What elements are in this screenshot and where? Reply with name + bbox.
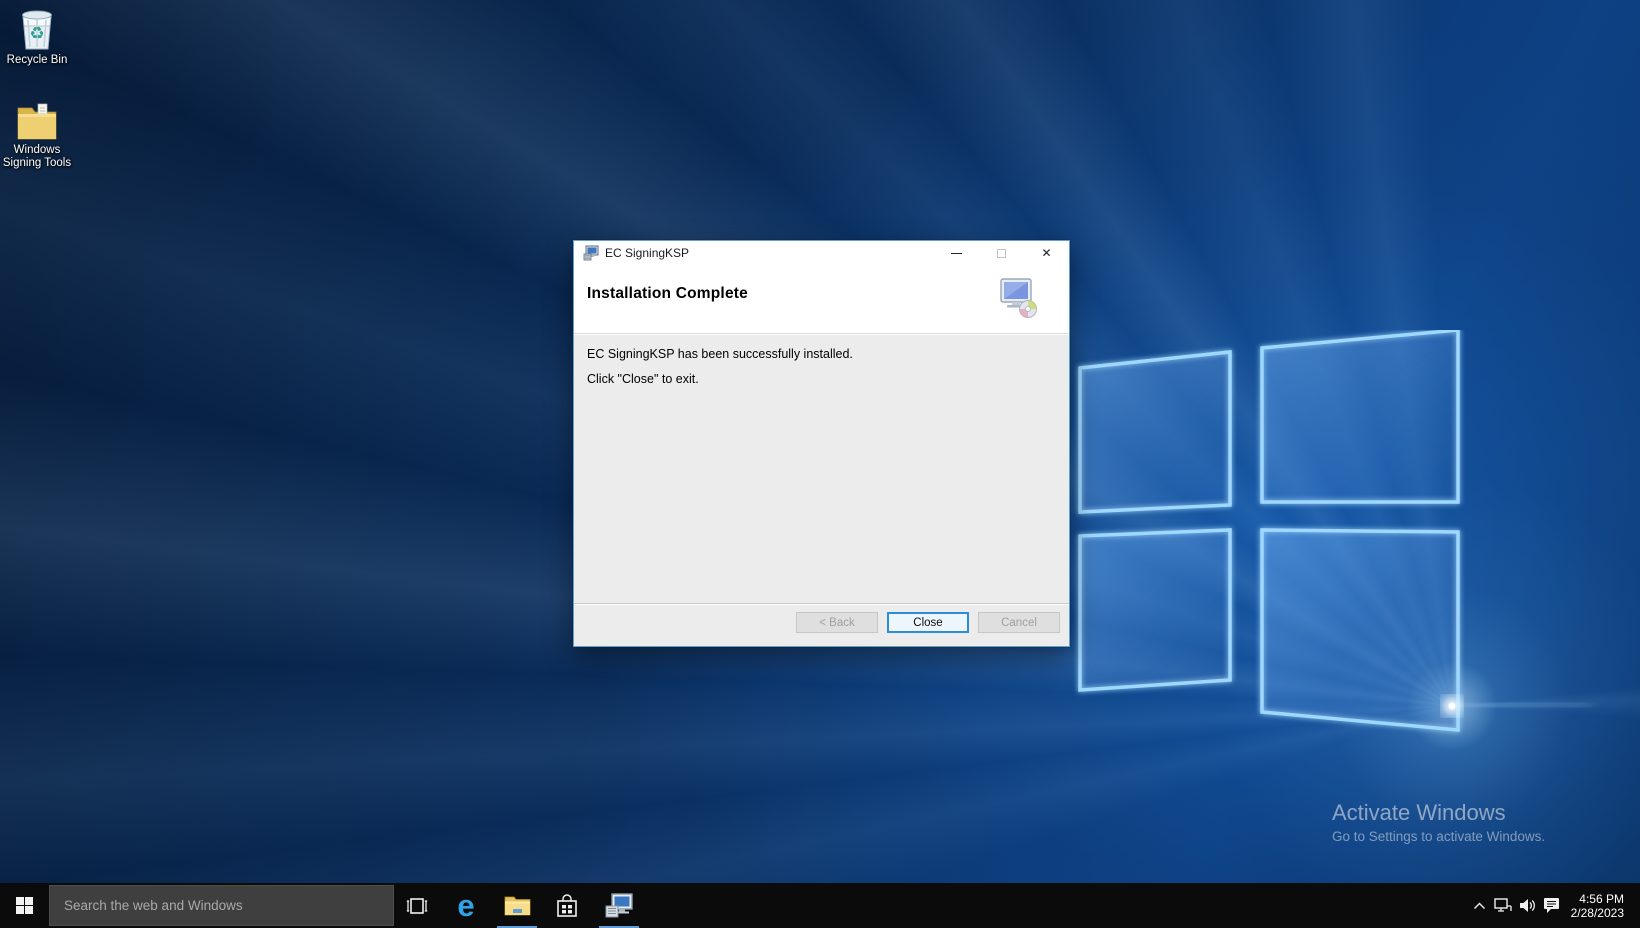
clock-time: 4:56 PM	[1579, 891, 1624, 906]
svg-text:♻: ♻	[29, 24, 44, 44]
volume-button[interactable]	[1515, 883, 1539, 928]
task-view-button[interactable]	[394, 883, 440, 928]
ethernet-network-icon	[1494, 898, 1512, 912]
installer-titlebar[interactable]: EC SigningKSP ✕	[574, 241, 1069, 265]
installer-app-icon	[583, 245, 599, 261]
taskbar-clock[interactable]: 4:56 PM 2/28/2023	[1560, 883, 1628, 928]
install-success-message: EC SigningKSP has been successfully inst…	[587, 347, 853, 361]
setup-computer-icon	[1000, 278, 1037, 318]
activate-windows-watermark: Activate Windows Go to Settings to activ…	[1332, 800, 1545, 844]
maximize-icon	[997, 248, 1006, 258]
folder-icon	[17, 103, 57, 140]
close-instruction-message: Click "Close" to exit.	[587, 372, 699, 386]
installer-window: EC SigningKSP ✕ Installation Complete EC…	[573, 240, 1070, 647]
taskbar-search-input[interactable]: Search the web and Windows	[49, 885, 394, 926]
network-status-button[interactable]	[1491, 883, 1515, 928]
clock-date: 2/28/2023	[1570, 905, 1624, 920]
close-action-button[interactable]: Close	[887, 612, 969, 633]
desktop-icon-label: Recycle Bin	[6, 54, 68, 66]
close-icon: ✕	[1041, 246, 1052, 260]
edge-browser-button[interactable]: e	[443, 883, 489, 928]
taskbar: Search the web and Windows e 4:56 PM 2/2…	[0, 883, 1640, 928]
windows-store-button[interactable]	[544, 883, 590, 928]
recycle-bin-icon: ♻	[22, 10, 52, 50]
start-button[interactable]	[0, 883, 48, 928]
back-button: < Back	[796, 612, 878, 633]
watermark-subtitle: Go to Settings to activate Windows.	[1332, 829, 1546, 844]
windows-hero-logo	[1078, 330, 1592, 732]
installer-header: Installation Complete	[574, 265, 1069, 333]
edge-icon: e	[457, 888, 475, 923]
task-view-icon	[406, 897, 428, 914]
button-row-separator	[574, 603, 1069, 605]
store-icon	[557, 893, 577, 917]
maximize-button	[979, 241, 1024, 265]
tray-overflow-button[interactable]	[1467, 883, 1491, 928]
action-center-icon	[1543, 898, 1559, 913]
installer-heading: Installation Complete	[587, 285, 748, 302]
cancel-button: Cancel	[978, 612, 1060, 633]
file-explorer-button[interactable]	[494, 883, 540, 928]
speaker-icon	[1519, 899, 1535, 912]
windows-start-icon	[15, 897, 33, 914]
desktop-icon-recycle-bin[interactable]: ♻ Recycle Bin	[2, 6, 72, 67]
minimize-button[interactable]	[934, 241, 979, 265]
desktop-icon-label: Windows Signing Tools	[2, 144, 72, 169]
watermark-title: Activate Windows	[1332, 800, 1506, 825]
minimize-icon	[951, 252, 962, 254]
ec-signingksp-installer-button[interactable]	[596, 883, 642, 928]
installer-taskbar-icon	[605, 892, 633, 917]
close-button[interactable]: ✕	[1024, 241, 1069, 265]
search-placeholder: Search the web and Windows	[64, 898, 243, 913]
header-separator	[574, 333, 1069, 335]
desktop-icon-windows-signing-tools[interactable]: Windows Signing Tools	[2, 102, 72, 169]
windows-desktop: ♻ Recycle Bin Windows Signing Tools Acti…	[0, 0, 1640, 928]
window-title: EC SigningKSP	[605, 246, 690, 260]
chevron-up-icon	[1473, 902, 1485, 909]
file-explorer-icon	[504, 896, 530, 916]
